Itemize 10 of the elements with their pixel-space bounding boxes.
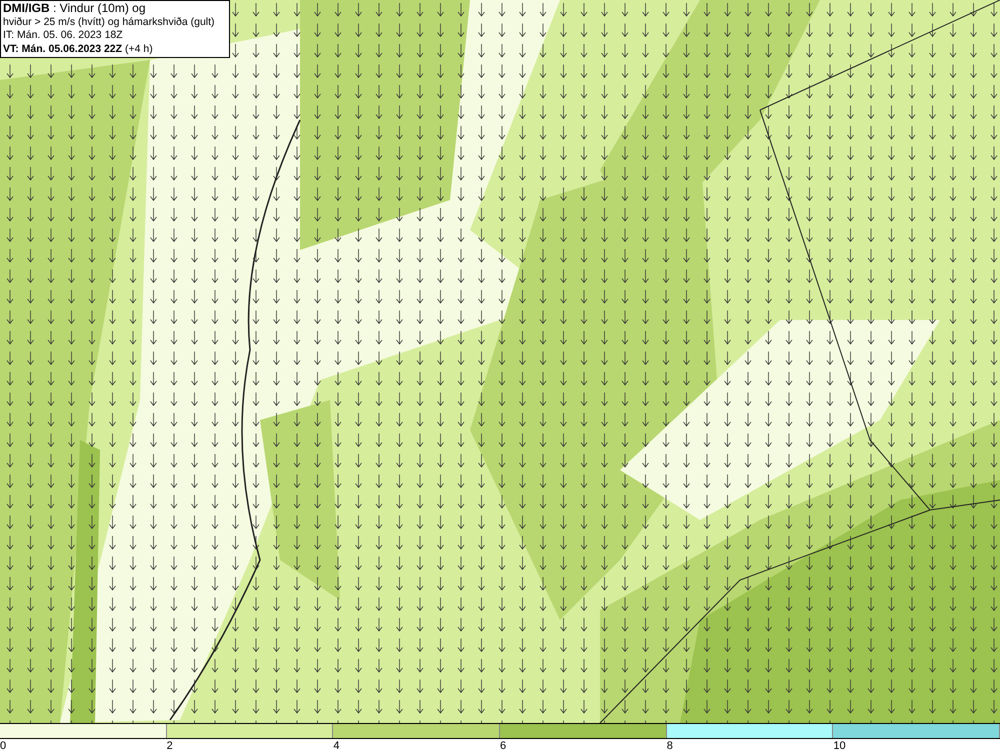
tick-label: 6 <box>500 740 506 752</box>
tick-label: 8 <box>666 740 673 752</box>
caption-text: IT: Mán. 05. 06. 2023 18Z <box>3 29 124 42</box>
tick-label: 2 <box>166 740 173 752</box>
tick-label: 4 <box>333 740 340 752</box>
caption-text: VT: Mán. 05.06.2023 22Z (+4 h) <box>3 42 154 56</box>
tick-label: 10 <box>833 740 846 752</box>
tick-label: 0 <box>0 740 6 752</box>
caption-text: hviður > 25 m/s (hvítt) og hámarkshviða (gult) <box>3 16 216 29</box>
caption-text: DMI/IGB : Vindur (10m) og <box>3 2 146 16</box>
